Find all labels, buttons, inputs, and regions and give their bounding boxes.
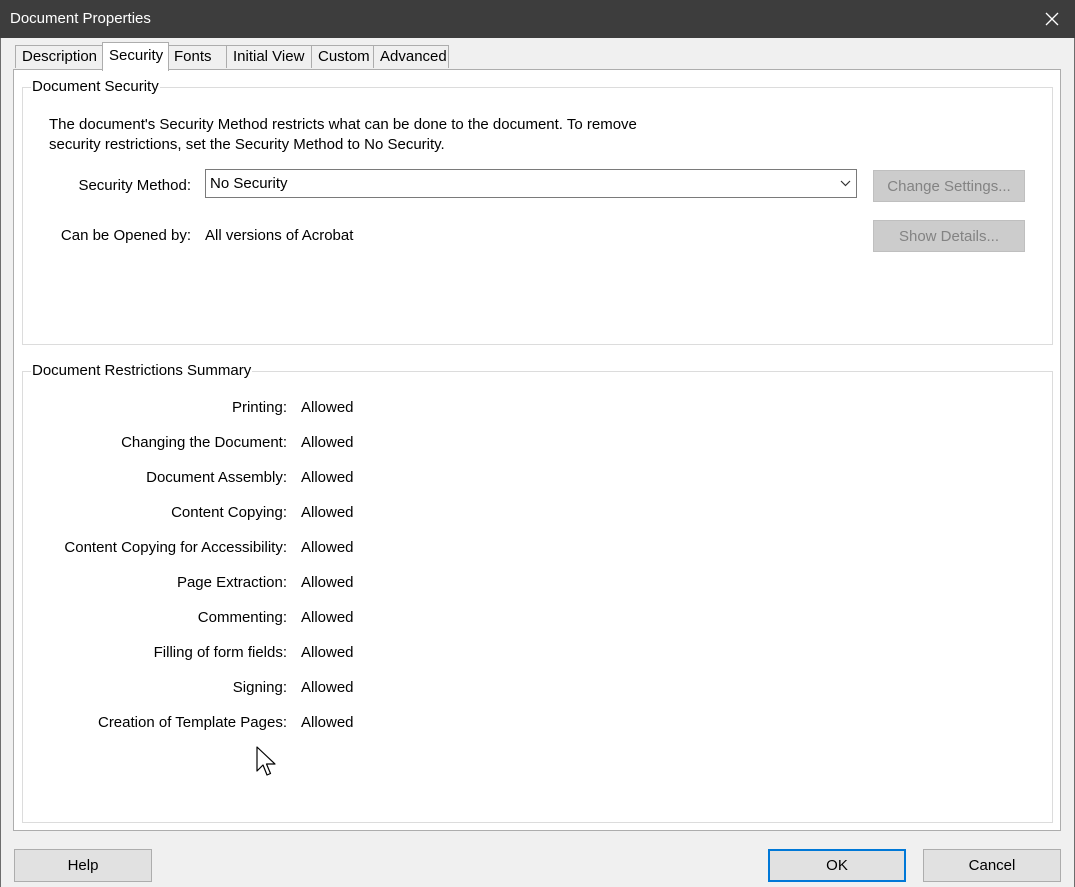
tab-advanced[interactable]: Advanced [373, 45, 449, 68]
restriction-label: Page Extraction: [176, 574, 287, 591]
title-bar: Document Properties [0, 0, 1075, 38]
security-method-select[interactable]: No Security [205, 169, 857, 198]
change-settings-button[interactable]: Change Settings... [873, 170, 1025, 202]
can-be-opened-by-label: Can be Opened by: [60, 227, 191, 244]
can-be-opened-by-value: All versions of Acrobat [205, 227, 354, 244]
window-title: Document Properties [10, 10, 151, 27]
restriction-label: Signing: [232, 679, 287, 696]
security-description-line-1: The document's Security Method restricts… [49, 116, 637, 133]
mouse-pointer-icon [256, 746, 276, 776]
tab-initial-view[interactable]: Initial View [226, 45, 312, 68]
restriction-value: Allowed [301, 644, 354, 661]
security-method-dropdown-button[interactable] [834, 170, 856, 197]
restriction-label: Commenting: [197, 609, 287, 626]
restriction-value: Allowed [301, 679, 354, 696]
restriction-label: Creation of Template Pages: [97, 714, 287, 731]
tab-security[interactable]: Security [102, 42, 169, 71]
cancel-button[interactable]: Cancel [923, 849, 1061, 882]
tab-description[interactable]: Description [15, 45, 103, 68]
ok-button[interactable]: OK [768, 849, 906, 882]
restriction-value: Allowed [301, 434, 354, 451]
restriction-label: Filling of form fields: [153, 644, 287, 661]
document-security-title: Document Security [31, 78, 160, 96]
restriction-value: Allowed [301, 609, 354, 626]
security-tab-panel: Document Security The document's Securit… [13, 69, 1061, 831]
security-method-label: Security Method: [78, 177, 191, 194]
window-border-left [0, 38, 1, 887]
close-button[interactable] [1029, 0, 1075, 38]
chevron-down-icon [840, 180, 850, 187]
restriction-label: Content Copying for Accessibility: [64, 539, 287, 556]
restrictions-summary-title: Document Restrictions Summary [31, 362, 253, 380]
security-description-line-2: security restrictions, set the Security … [49, 136, 445, 153]
close-icon [1045, 12, 1059, 26]
help-button[interactable]: Help [14, 849, 152, 882]
restriction-value: Allowed [301, 469, 354, 486]
restriction-label: Changing the Document: [121, 434, 287, 451]
restriction-value: Allowed [301, 504, 354, 521]
tab-custom[interactable]: Custom [311, 45, 374, 68]
restriction-value: Allowed [301, 714, 354, 731]
restriction-label: Document Assembly: [146, 469, 287, 486]
restriction-label: Content Copying: [171, 504, 287, 521]
tab-fonts[interactable]: Fonts [167, 45, 227, 68]
security-method-value: No Security [210, 175, 288, 192]
restriction-label: Printing: [231, 399, 287, 416]
show-details-button[interactable]: Show Details... [873, 220, 1025, 252]
restriction-value: Allowed [301, 574, 354, 591]
restriction-value: Allowed [301, 539, 354, 556]
restriction-value: Allowed [301, 399, 354, 416]
